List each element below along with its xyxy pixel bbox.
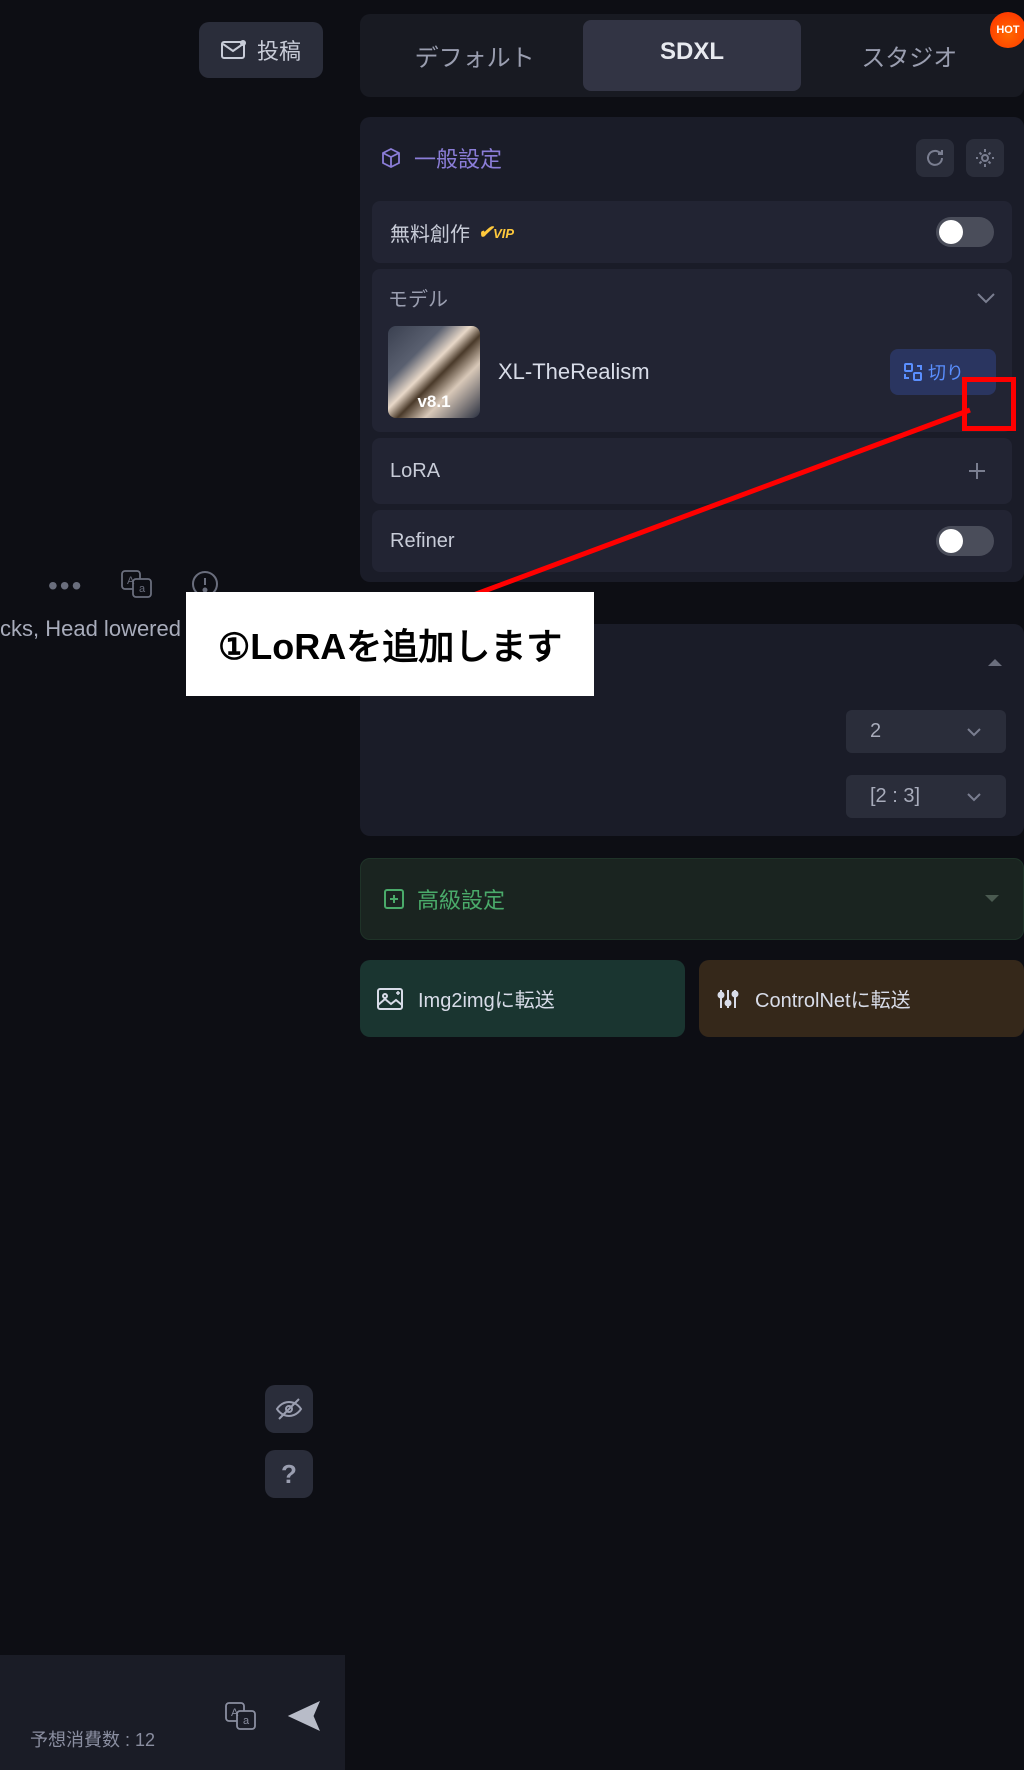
free-creation-row: 無料創作 ✔VIP bbox=[372, 201, 1012, 263]
visibility-toggle[interactable] bbox=[265, 1385, 313, 1433]
chevron-down-icon[interactable] bbox=[976, 292, 996, 304]
free-creation-label: 無料創作 bbox=[390, 218, 470, 247]
consume-label: 予想消費数 : 12 bbox=[30, 1726, 155, 1752]
img2img-label: Img2imgに転送 bbox=[418, 984, 555, 1013]
refiner-row: Refiner bbox=[372, 510, 1012, 572]
svg-text:a: a bbox=[139, 583, 146, 595]
model-section: モデル v8.1 XL-TheRealism 切り… bbox=[372, 269, 1012, 432]
swap-icon bbox=[904, 363, 922, 381]
general-settings-panel: 一般設定 無料創作 ✔VIP モデル v8.1 bbox=[360, 117, 1024, 582]
translate-icon[interactable]: Aa bbox=[121, 570, 153, 598]
count-selector[interactable]: 2 bbox=[846, 710, 1006, 753]
img2img-transfer-button[interactable]: Img2imgに転送 bbox=[360, 960, 685, 1037]
count-value: 2 bbox=[870, 720, 881, 743]
question-icon: ? bbox=[281, 1459, 297, 1490]
controlnet-label: ControlNetに転送 bbox=[755, 984, 911, 1013]
expand-icon bbox=[383, 888, 405, 910]
post-button[interactable]: 投稿 bbox=[199, 22, 323, 78]
help-button[interactable]: ? bbox=[265, 1450, 313, 1498]
more-icon[interactable]: ••• bbox=[48, 570, 83, 602]
gear-icon bbox=[975, 148, 995, 168]
chevron-down-icon bbox=[983, 893, 1001, 905]
image-icon bbox=[376, 987, 404, 1011]
ratio-selector[interactable]: [2 : 3] bbox=[846, 775, 1006, 818]
vip-badge: ✔VIP bbox=[478, 222, 514, 243]
svg-text:a: a bbox=[243, 1715, 250, 1727]
tab-sdxl[interactable]: SDXL bbox=[583, 20, 800, 91]
bottom-bar: 予想消費数 : 12 Aa bbox=[0, 1655, 345, 1770]
ratio-row: [2 : 3] bbox=[372, 767, 1012, 826]
hot-badge: HOT bbox=[990, 12, 1024, 48]
model-label: モデル bbox=[388, 283, 448, 312]
tab-studio[interactable]: スタジオ HOT bbox=[801, 20, 1018, 91]
settings-button[interactable] bbox=[966, 139, 1004, 177]
free-creation-toggle[interactable] bbox=[936, 217, 994, 247]
refiner-label: Refiner bbox=[390, 530, 454, 553]
general-title: 一般設定 bbox=[414, 142, 904, 174]
post-label: 投稿 bbox=[257, 34, 301, 66]
chevron-down-icon bbox=[966, 727, 982, 737]
send-icon[interactable] bbox=[287, 1700, 323, 1732]
count-row: 2 bbox=[372, 702, 1012, 761]
advanced-settings-panel[interactable]: 高級設定 bbox=[360, 858, 1024, 940]
add-lora-button[interactable] bbox=[960, 454, 994, 488]
lora-row: LoRA bbox=[372, 438, 1012, 504]
cube-icon bbox=[380, 147, 402, 169]
ratio-value: [2 : 3] bbox=[870, 785, 920, 808]
advanced-title: 高級設定 bbox=[417, 883, 971, 915]
translate-icon-bottom[interactable]: Aa bbox=[225, 1702, 257, 1730]
refresh-icon bbox=[925, 148, 945, 168]
svg-text:A: A bbox=[231, 1707, 239, 1719]
prompt-text-fragment: cks, Head lowered bbox=[0, 616, 181, 642]
model-version: v8.1 bbox=[388, 392, 480, 412]
lora-label: LoRA bbox=[390, 460, 440, 483]
eye-off-icon bbox=[275, 1397, 303, 1421]
svg-text:A: A bbox=[127, 575, 135, 587]
tab-default[interactable]: デフォルト bbox=[366, 20, 583, 91]
collapse-icon[interactable] bbox=[986, 656, 1004, 668]
model-name: XL-TheRealism bbox=[498, 359, 872, 385]
mode-tabs: デフォルト SDXL スタジオ HOT bbox=[360, 14, 1024, 97]
controlnet-transfer-button[interactable]: ControlNetに転送 bbox=[699, 960, 1024, 1037]
annotation-label: ①LoRAを追加します bbox=[186, 592, 594, 696]
plus-icon bbox=[967, 461, 987, 481]
refiner-toggle[interactable] bbox=[936, 526, 994, 556]
sliders-icon bbox=[715, 986, 741, 1012]
refresh-button[interactable] bbox=[916, 139, 954, 177]
switch-model-button[interactable]: 切り… bbox=[890, 349, 996, 395]
envelope-icon bbox=[221, 39, 247, 61]
chevron-down-icon bbox=[966, 792, 982, 802]
model-thumbnail[interactable]: v8.1 bbox=[388, 326, 480, 418]
